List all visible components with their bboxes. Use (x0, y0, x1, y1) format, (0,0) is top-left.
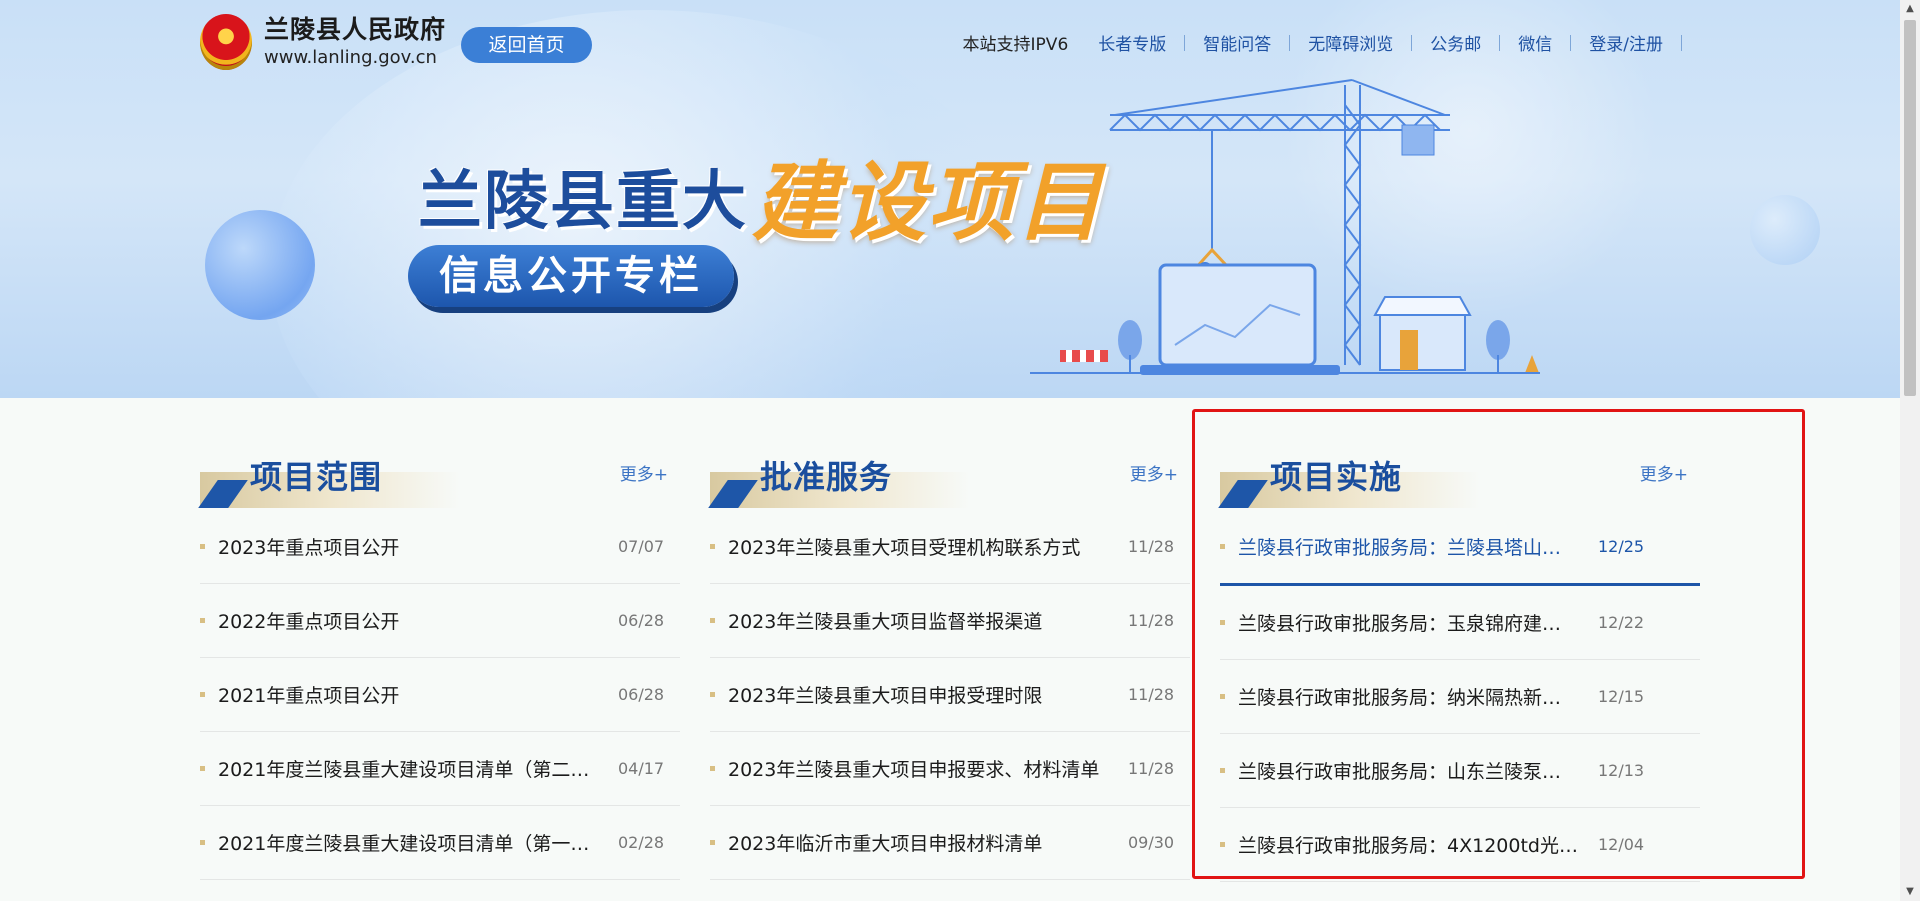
item-date: 12/15 (1598, 687, 1645, 706)
nav-accessibility[interactable]: 无障碍浏览 (1290, 30, 1411, 55)
column-title: 项目范围 (250, 458, 383, 496)
bullet-icon (710, 618, 715, 623)
national-emblem-icon (200, 14, 252, 70)
item-title[interactable]: 兰陵县行政审批服务局：玉泉锦府建设项目 (1238, 609, 1578, 636)
column-title: 项目实施 (1270, 458, 1403, 496)
bullet-icon (200, 766, 205, 771)
item-title[interactable]: 兰陵县行政审批服务局：兰陵县塔山水库项目 (1238, 533, 1578, 560)
scroll-up-arrow-icon[interactable]: ▲ (1900, 0, 1920, 18)
bullet-icon (1220, 620, 1225, 625)
nav-elderly[interactable]: 长者专版 (1080, 30, 1184, 55)
site-url: www.lanling.gov.cn (264, 46, 437, 68)
item-title[interactable]: 2022年重点项目公开 (218, 607, 598, 634)
list-item[interactable]: 2023年兰陵县重大项目受理机构联系方式 11/28 (710, 510, 1190, 584)
list-item[interactable]: 兰陵县行政审批服务局：山东兰陵泵业项目 12/13 (1220, 734, 1700, 808)
more-link[interactable]: 更多+ (620, 460, 668, 485)
scrollbar-thumb[interactable] (1904, 20, 1916, 396)
list-item[interactable]: 2023年兰陵县重大项目监督举报渠道 11/28 (710, 584, 1190, 658)
item-date: 07/07 (618, 537, 665, 556)
nav-wechat[interactable]: 微信 (1500, 30, 1570, 55)
bullet-icon (710, 766, 715, 771)
bullet-icon (1220, 842, 1225, 847)
list-item[interactable]: 2022年重点项目公开 06/28 (200, 584, 680, 658)
nav-smart-qa[interactable]: 智能问答 (1185, 30, 1289, 55)
item-date: 11/28 (1128, 611, 1175, 630)
item-date: 04/17 (618, 759, 665, 778)
list-item[interactable]: 2023年兰陵县重大项目申报受理时限 11/28 (710, 658, 1190, 732)
list-item[interactable]: 2021年度兰陵县重大建设项目清单（第一批） 02/28 (200, 806, 680, 880)
list-item[interactable]: 兰陵县行政审批服务局：玉泉锦府建设项目 12/22 (1220, 586, 1700, 660)
top-nav: 本站支持IPV6 长者专版 智能问答 无障碍浏览 公务邮 微信 登录/注册 (945, 30, 1682, 55)
column-project-implementation: 项目实施 更多+ 兰陵县行政审批服务局：兰陵县塔山水库项目 12/25 兰陵县行政… (1218, 440, 1700, 882)
bullet-icon (1220, 544, 1225, 549)
item-title[interactable]: 2021年重点项目公开 (218, 681, 598, 708)
home-button[interactable]: 返回首页 (461, 27, 592, 63)
bullet-icon (710, 544, 715, 549)
site-title: 兰陵县人民政府 (264, 15, 447, 45)
column-project-scope: 项目范围 更多+ 2023年重点项目公开 07/07 2022年重点项目公开 06/… (198, 440, 680, 880)
item-title[interactable]: 2021年度兰陵县重大建设项目清单（第二批） (218, 755, 598, 782)
bullet-icon (200, 618, 205, 623)
bullet-icon (200, 544, 205, 549)
page-scrollbar[interactable]: ▲ ▼ (1900, 0, 1920, 901)
nav-divider (1681, 34, 1682, 51)
nav-official-mail[interactable]: 公务邮 (1412, 30, 1499, 55)
bullet-icon (1220, 768, 1225, 773)
bullet-icon (200, 840, 205, 845)
item-title[interactable]: 2023年兰陵县重大项目申报要求、材料清单 (728, 755, 1108, 782)
item-date: 11/28 (1128, 685, 1175, 704)
list-item[interactable]: 2023年临沂市重大项目申报材料清单 09/30 (710, 806, 1190, 880)
list-item[interactable]: 兰陵县行政审批服务局：4X1200td光伏玻璃项目 12/04 (1220, 808, 1700, 882)
column-approval-service: 批准服务 更多+ 2023年兰陵县重大项目受理机构联系方式 11/28 2023年… (708, 440, 1190, 880)
list-item[interactable]: 2023年兰陵县重大项目申报要求、材料清单 11/28 (710, 732, 1190, 806)
scroll-down-arrow-icon[interactable]: ▼ (1900, 883, 1920, 901)
banner-title-main: 兰陵县重大 (418, 165, 748, 239)
list-item[interactable]: 兰陵县行政审批服务局：纳米隔热新材料项目 12/15 (1220, 660, 1700, 734)
item-date: 11/28 (1128, 537, 1175, 556)
item-date: 12/22 (1598, 613, 1645, 632)
item-title[interactable]: 2023年兰陵县重大项目申报受理时限 (728, 681, 1108, 708)
nav-login-register[interactable]: 登录/注册 (1571, 30, 1681, 55)
site-logo[interactable]: 兰陵县人民政府 www.lanling.gov.cn (200, 14, 446, 70)
more-link[interactable]: 更多+ (1130, 460, 1178, 485)
item-title[interactable]: 2023年兰陵县重大项目监督举报渠道 (728, 607, 1108, 634)
item-date: 02/28 (618, 833, 665, 852)
bullet-icon (710, 840, 715, 845)
banner-decoration (1750, 195, 1820, 265)
banner-subtitle: 信息公开专栏 (408, 245, 734, 307)
bullet-icon (1220, 694, 1225, 699)
item-date: 09/30 (1128, 833, 1175, 852)
column-header: 批准服务 更多+ (708, 440, 1190, 510)
item-title[interactable]: 2023年重点项目公开 (218, 533, 598, 560)
item-date: 06/28 (618, 611, 665, 630)
item-title[interactable]: 兰陵县行政审批服务局：山东兰陵泵业项目 (1238, 757, 1578, 784)
list-item[interactable]: 2021年重点项目公开 06/28 (200, 658, 680, 732)
item-date: 11/28 (1128, 759, 1175, 778)
item-date: 12/13 (1598, 761, 1645, 780)
column-header: 项目范围 更多+ (198, 440, 680, 510)
item-title[interactable]: 2023年临沂市重大项目申报材料清单 (728, 829, 1108, 856)
item-date: 12/04 (1598, 835, 1645, 854)
nav-ipv6: 本站支持IPV6 (962, 35, 1069, 55)
bullet-icon (710, 692, 715, 697)
item-title[interactable]: 2021年度兰陵县重大建设项目清单（第一批） (218, 829, 598, 856)
bullet-icon (200, 692, 205, 697)
list-item[interactable]: 兰陵县行政审批服务局：兰陵县塔山水库项目 12/25 (1220, 510, 1700, 586)
item-title[interactable]: 兰陵县行政审批服务局：纳米隔热新材料项目 (1238, 683, 1578, 710)
item-title[interactable]: 2023年兰陵县重大项目受理机构联系方式 (728, 533, 1108, 560)
list-item[interactable]: 2021年度兰陵县重大建设项目清单（第二批） 04/17 (200, 732, 680, 806)
header-banner: 兰陵县人民政府 www.lanling.gov.cn 返回首页 本站支持IPV6… (0, 0, 1900, 398)
list-item[interactable]: 2023年重点项目公开 07/07 (200, 510, 680, 584)
column-title: 批准服务 (760, 458, 893, 496)
item-date: 12/25 (1598, 537, 1645, 556)
item-title[interactable]: 兰陵县行政审批服务局：4X1200td光伏玻璃项目 (1238, 831, 1578, 858)
item-date: 06/28 (618, 685, 665, 704)
more-link[interactable]: 更多+ (1640, 460, 1688, 485)
construction-crane-illustration (1030, 79, 1540, 375)
column-header: 项目实施 更多+ (1218, 440, 1700, 510)
banner-decoration (205, 210, 315, 320)
